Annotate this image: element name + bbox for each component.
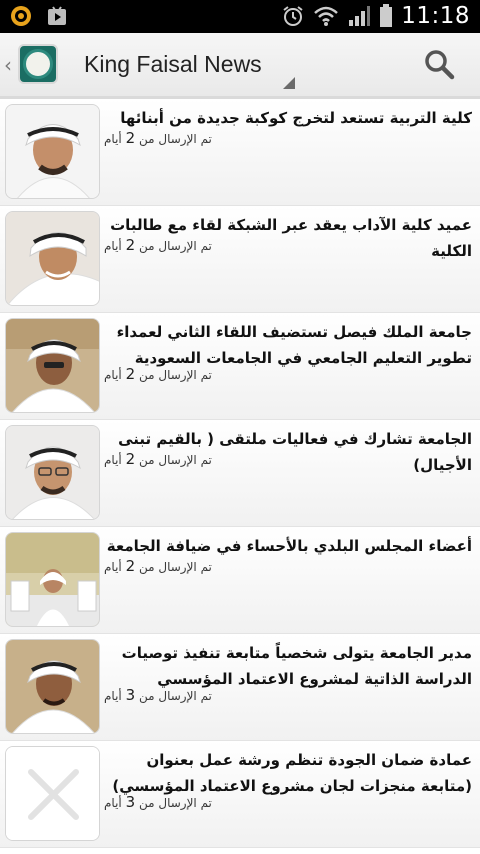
app-logo[interactable] xyxy=(18,44,58,84)
news-headline: جامعة الملك فيصل تستضيف اللقاء الثاني لع… xyxy=(116,323,472,367)
news-item[interactable]: الجامعة تشارك في فعاليات ملتقى ( بالقيم … xyxy=(0,420,480,527)
search-button[interactable] xyxy=(422,47,458,83)
news-meta: تم الإرسال من 3 أيام xyxy=(104,793,212,811)
news-meta: تم الإرسال من 2 أيام xyxy=(104,557,212,575)
news-thumbnail xyxy=(5,425,100,520)
news-meta: تم الإرسال من 2 أيام xyxy=(104,450,212,468)
news-item[interactable]: جامعة الملك فيصل تستضيف اللقاء الثاني لع… xyxy=(0,313,480,420)
alarm-icon xyxy=(283,6,303,26)
news-headline: كلية التربية تستعد لتخرج كوكبة جديدة من … xyxy=(120,109,472,127)
news-item[interactable]: مدير الجامعة يتولى شخصياً متابعة تنفيذ ت… xyxy=(0,634,480,741)
app-bar: ‹ King Faisal News xyxy=(0,33,480,99)
news-meta: تم الإرسال من 2 أيام xyxy=(104,236,212,254)
news-headline: عمادة ضمان الجودة تنظم ورشة عمل بعنوان (… xyxy=(112,751,472,795)
battery-icon xyxy=(380,4,393,27)
news-item[interactable]: أعضاء المجلس البلدي بالأحساء في ضيافة ال… xyxy=(0,527,480,634)
news-list: كلية التربية تستعد لتخرج كوكبة جديدة من … xyxy=(0,99,480,848)
wifi-icon xyxy=(314,6,339,26)
news-thumbnail xyxy=(5,746,100,841)
news-meta: تم الإرسال من 2 أيام xyxy=(104,129,212,147)
dropdown-indicator-icon[interactable] xyxy=(283,77,295,89)
up-chevron-icon[interactable]: ‹ xyxy=(4,53,12,77)
signal-icon xyxy=(349,6,371,26)
news-thumbnail xyxy=(5,318,100,413)
news-item[interactable]: عمادة ضمان الجودة تنظم ورشة عمل بعنوان (… xyxy=(0,741,480,848)
news-item[interactable]: عميد كلية الآداب يعقد عبر الشبكة لقاء مع… xyxy=(0,206,480,313)
news-thumbnail xyxy=(5,211,100,306)
news-thumbnail xyxy=(5,104,100,199)
news-item[interactable]: كلية التربية تستعد لتخرج كوكبة جديدة من … xyxy=(0,99,480,206)
search-icon xyxy=(425,50,455,80)
news-thumbnail xyxy=(5,532,100,627)
news-headline: أعضاء المجلس البلدي بالأحساء في ضيافة ال… xyxy=(106,537,472,555)
news-thumbnail xyxy=(5,639,100,734)
news-meta: تم الإرسال من 2 أيام xyxy=(104,365,212,383)
news-meta: تم الإرسال من 3 أيام xyxy=(104,686,212,704)
play-store-icon xyxy=(44,5,70,27)
status-bar: 11:18 xyxy=(0,0,480,33)
clock: 11:18 xyxy=(401,3,470,29)
notification-icon xyxy=(8,5,34,27)
news-headline: مدير الجامعة يتولى شخصياً متابعة تنفيذ ت… xyxy=(121,644,472,688)
app-title[interactable]: King Faisal News xyxy=(84,51,262,78)
